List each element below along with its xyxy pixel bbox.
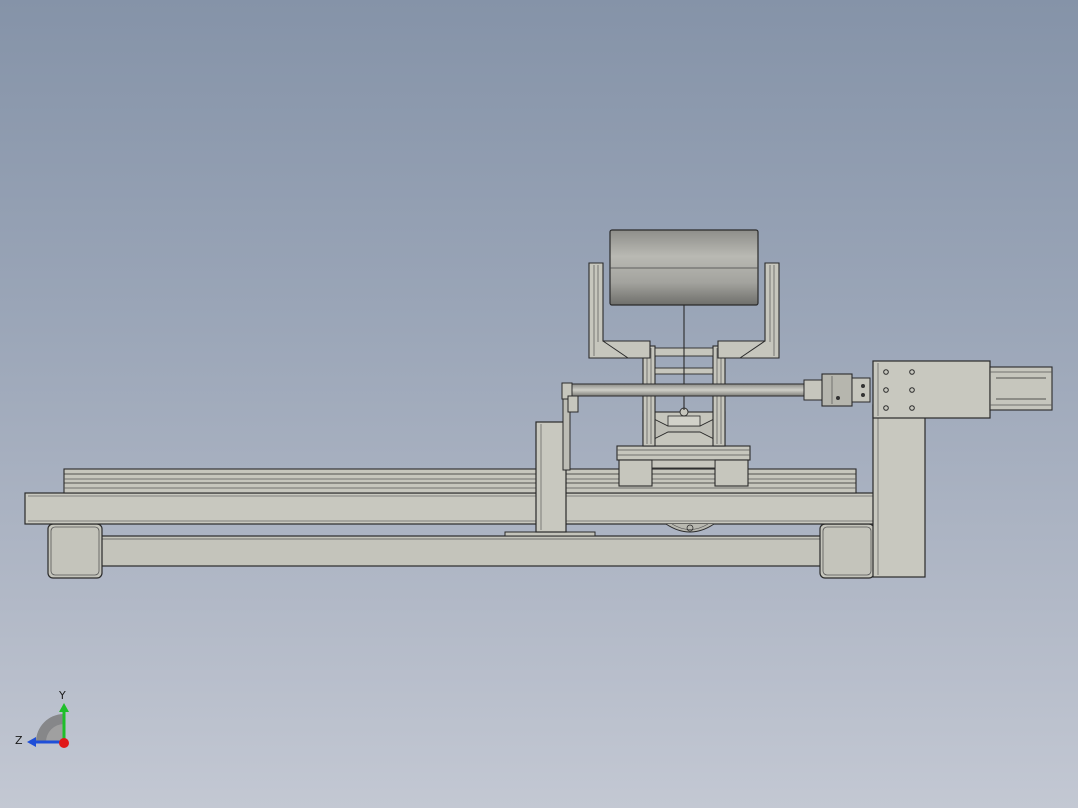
- coordinate-triad: Y Z: [15, 689, 69, 748]
- cad-graphics-area[interactable]: Y Z: [0, 0, 1078, 808]
- cad-model-view[interactable]: Y Z: [0, 0, 1078, 808]
- right-pillar: [872, 404, 926, 578]
- motor-cylinder: [609, 229, 759, 410]
- drive-gear: [665, 523, 715, 533]
- base-lower-beam: [99, 535, 823, 567]
- servo-motor: [989, 366, 1053, 411]
- gearbox-housing: [872, 360, 991, 419]
- base-main-beam: [24, 492, 878, 525]
- triad-y-label: Y: [58, 689, 66, 702]
- base-right-foot: [819, 523, 875, 579]
- triad-z-label: Z: [15, 734, 23, 747]
- base-left-foot: [47, 523, 103, 579]
